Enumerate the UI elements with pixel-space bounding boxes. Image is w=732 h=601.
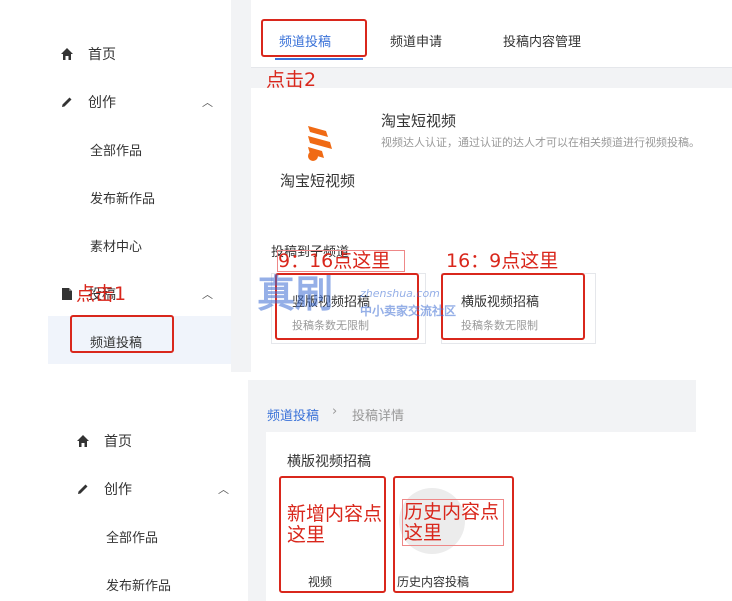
sidebar-item-create[interactable]: 创作 [76, 479, 132, 499]
tab-submission-management[interactable]: 投稿内容管理 [503, 31, 581, 50]
sidebar-item-material-center[interactable]: 素材中心 [90, 236, 142, 255]
breadcrumb-separator: › [332, 404, 338, 419]
sidebar-item-home[interactable]: 首页 [60, 44, 116, 64]
annotation-horizontal-hint: 16：9点这里 [446, 250, 559, 272]
annotation-click1: 点击1 [76, 283, 127, 305]
chevron-up-icon[interactable]: ︿ [202, 94, 213, 110]
home-icon [60, 47, 74, 61]
pencil-icon [60, 95, 74, 109]
sidebar-item-publish-new[interactable]: 发布新作品 [90, 188, 155, 207]
annotation-new-content-hint: 新增内容点这里 [287, 503, 383, 546]
annotation-vertical-hint: 9：16点这里 [278, 250, 391, 272]
breadcrumb: 频道投稿 › 投稿详情 [248, 380, 696, 432]
sidebar-item-label: 首页 [88, 47, 116, 63]
sidebar-item-all-works[interactable]: 全部作品 [90, 140, 142, 159]
layout-gap [248, 432, 266, 601]
annotation-history-hint: 历史内容点这里 [404, 501, 500, 544]
channel-name: 淘宝短视频 [381, 112, 457, 130]
screenshot-separator [0, 372, 732, 380]
sidebar-item-label: 首页 [104, 434, 132, 450]
home-icon [76, 434, 90, 448]
sidebar-item-label: 创作 [88, 95, 116, 111]
breadcrumb-parent[interactable]: 频道投稿 [267, 405, 319, 424]
layout-band [251, 68, 732, 88]
annotation-box-click1 [70, 315, 174, 353]
annotation-box-horizontal [441, 273, 585, 340]
channel-logo-text: 淘宝短视频 [280, 172, 356, 190]
chevron-up-icon[interactable]: ︿ [218, 481, 229, 497]
section-title: 横版视频招稿 [287, 454, 371, 470]
channel-description: 视频达人认证，通过认证的达人才可以在相关频道进行视频投稿。 [381, 136, 700, 149]
breadcrumb-current: 投稿详情 [352, 409, 405, 424]
tab-active-underline [275, 58, 363, 60]
sidebar-item-label: 创作 [104, 482, 132, 498]
chevron-up-icon[interactable]: ︿ [202, 286, 213, 302]
layout-gap [231, 0, 251, 372]
sidebar-item-all-works[interactable]: 全部作品 [106, 527, 158, 546]
annotation-click2: 点击2 [266, 69, 317, 91]
pencil-icon [76, 482, 90, 496]
top-screenshot: 首页 创作 ︿ 全部作品 发布新作品 素材中心 投稿 ︿ 频道投稿 频道投稿 频… [0, 0, 732, 372]
annotation-box-vertical [275, 273, 419, 340]
sidebar-item-home[interactable]: 首页 [76, 431, 132, 451]
annotation-box-click2 [261, 19, 367, 57]
taobao-video-logo-icon [304, 122, 338, 164]
sidebar-item-create[interactable]: 创作 [60, 92, 116, 112]
sidebar-item-publish-new[interactable]: 发布新作品 [106, 575, 171, 594]
tab-channel-application[interactable]: 频道申请 [390, 31, 442, 50]
document-icon [60, 287, 74, 301]
